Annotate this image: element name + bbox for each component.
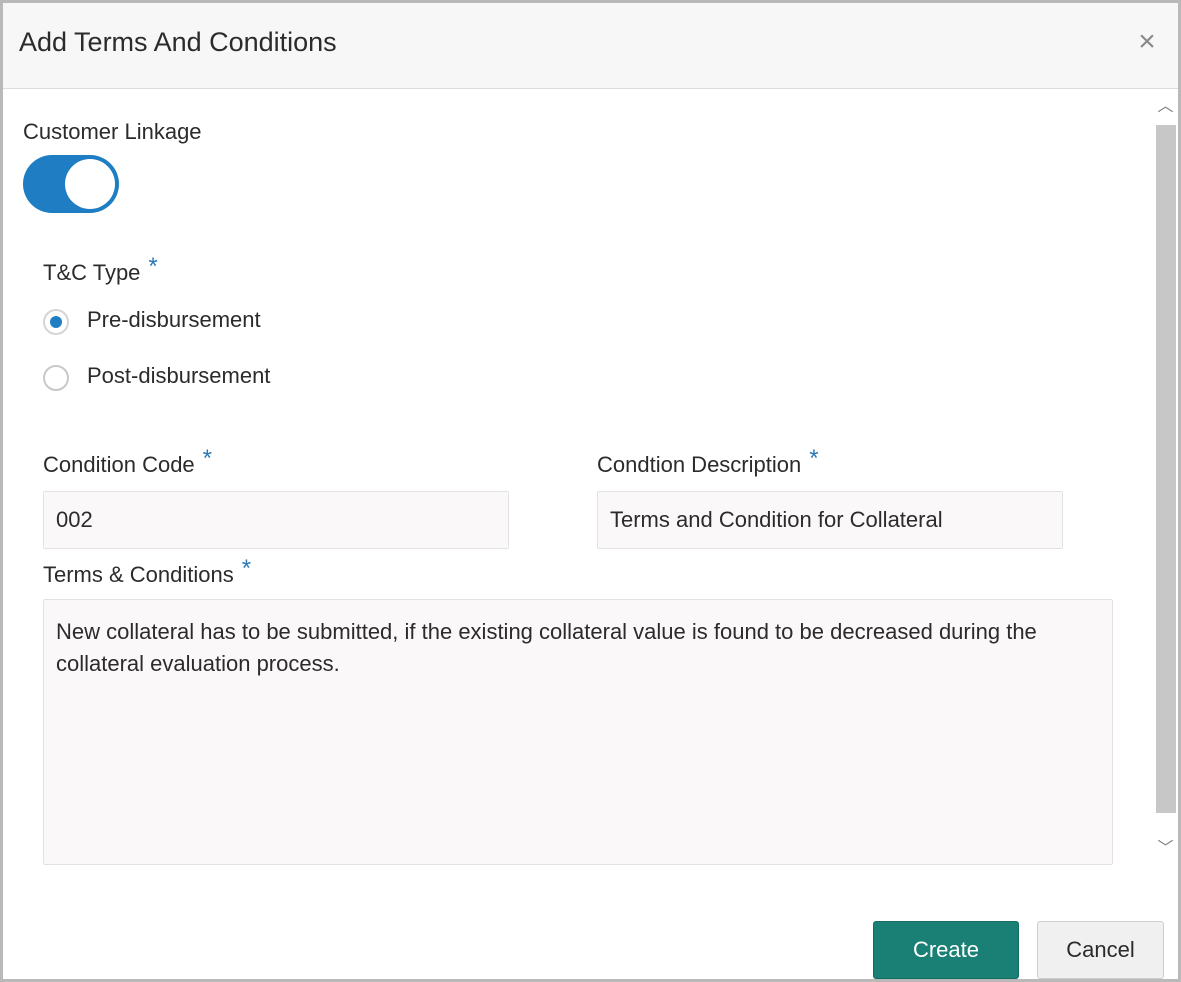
condition-description-field[interactable]: Terms and Condition for Collateral <box>597 491 1063 549</box>
radio-label-post-disbursement: Post-disbursement <box>87 363 271 388</box>
condition-code-field[interactable]: 002 <box>43 491 509 549</box>
radio-label-pre-disbursement: Pre-disbursement <box>87 307 261 332</box>
create-button[interactable]: Create <box>873 921 1019 979</box>
radio-pre-disbursement[interactable]: Pre-disbursement <box>43 307 323 339</box>
condition-code-label-text: Condition Code <box>43 452 195 477</box>
required-star: * <box>809 445 819 472</box>
radio-post-disbursement[interactable]: Post-disbursement <box>43 363 323 395</box>
customer-linkage-toggle[interactable] <box>23 155 119 213</box>
chevron-up-icon[interactable]: ︿ <box>1153 89 1178 125</box>
dialog-body: Customer Linkage T&C Type * Pre-disbursem… <box>3 89 1153 867</box>
required-star: * <box>148 253 158 280</box>
chevron-down-icon[interactable]: ﹀ <box>1153 831 1178 867</box>
condition-description-label-text: Condtion Description <box>597 452 802 477</box>
terms-conditions-textarea[interactable]: New collateral has to be submitted, if t… <box>43 599 1113 865</box>
condition-code-label: Condition Code * <box>43 445 212 479</box>
required-star: * <box>241 555 252 582</box>
dialog-title: Add Terms And Conditions <box>19 27 337 57</box>
scrollbar-thumb[interactable] <box>1156 125 1176 813</box>
toggle-knob <box>65 159 115 209</box>
tc-type-label-text: T&C Type <box>43 260 141 285</box>
tc-type-label: T&C Type * <box>43 253 158 287</box>
terms-conditions-label-text: Terms & Conditions <box>43 562 234 587</box>
condition-description-label: Condtion Description * <box>597 445 819 479</box>
terms-conditions-label: Terms & Conditions * <box>43 555 251 589</box>
radio-button-unchecked[interactable] <box>43 365 69 391</box>
required-star: * <box>202 445 213 472</box>
add-terms-dialog: Add Terms And Conditions × Customer Link… <box>0 0 1181 982</box>
close-icon[interactable]: × <box>1132 27 1162 57</box>
radio-button-checked[interactable] <box>43 309 69 335</box>
vertical-scrollbar[interactable]: ︿ ﹀ <box>1153 89 1178 867</box>
customer-linkage-label: Customer Linkage <box>23 119 202 144</box>
cancel-button[interactable]: Cancel <box>1037 921 1164 979</box>
radio-dot <box>50 316 62 328</box>
dialog-header: Add Terms And Conditions × <box>3 3 1178 89</box>
